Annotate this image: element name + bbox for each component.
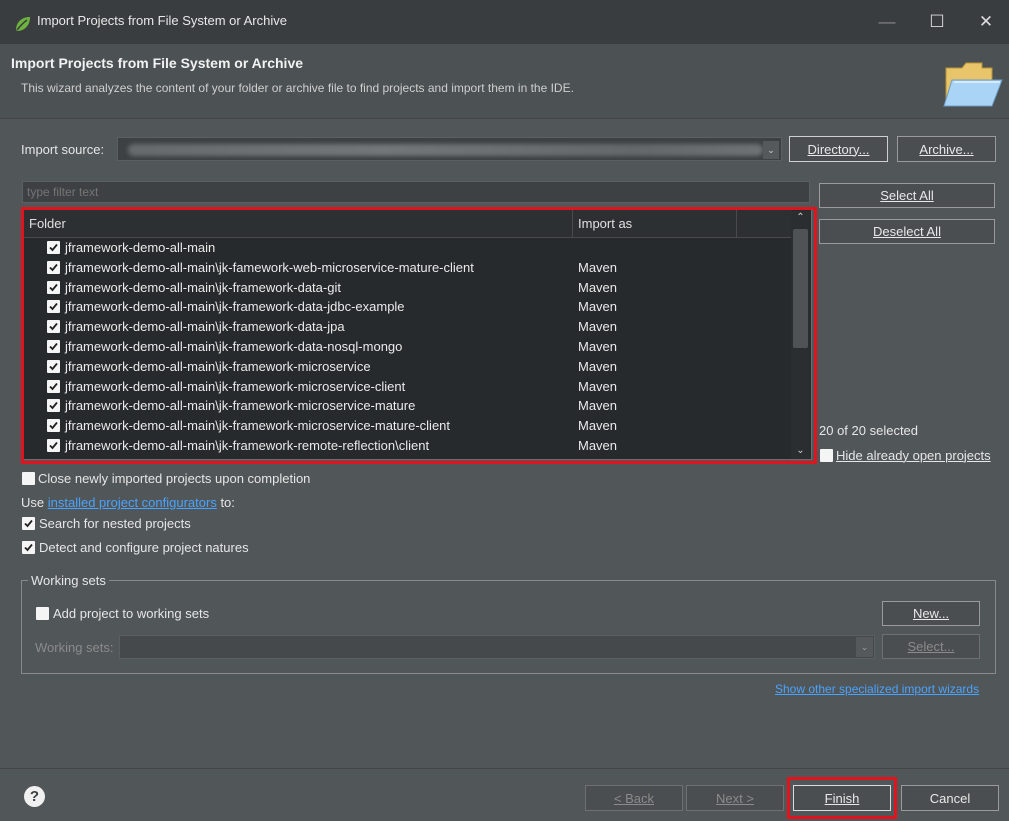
close-icon: ✕ <box>978 12 994 31</box>
close-button[interactable]: ✕ <box>963 0 1009 44</box>
use-prefix: Use <box>21 495 48 510</box>
deselect-all-button[interactable]: Deselect All <box>819 219 995 244</box>
folder-open-icon <box>943 62 1003 107</box>
hide-open-label: Hide already open projects <box>836 448 991 463</box>
maximize-button[interactable]: ☐ <box>914 0 960 44</box>
working-sets-combo[interactable] <box>119 635 875 659</box>
archive-button[interactable]: Archive... <box>897 136 996 162</box>
search-nested-label: Search for nested projects <box>39 516 191 531</box>
working-sets-label: Working sets: <box>35 640 114 655</box>
minimize-icon: — <box>878 12 896 31</box>
checkmark-icon <box>24 543 33 552</box>
close-projects-checkbox[interactable] <box>22 472 35 485</box>
wizard-title: Import Projects from File System or Arch… <box>11 55 304 71</box>
new-working-set-button[interactable]: New... <box>882 601 980 626</box>
working-sets-legend: Working sets <box>28 573 109 588</box>
selection-count: 20 of 20 selected <box>819 423 919 438</box>
select-all-button[interactable]: Select All <box>819 183 995 208</box>
working-sets-dropdown-icon[interactable]: ⌄ <box>856 637 873 657</box>
working-sets-group <box>21 580 996 674</box>
hide-open-checkbox[interactable] <box>820 449 833 462</box>
search-nested-checkbox[interactable] <box>22 517 35 530</box>
cancel-button[interactable]: Cancel <box>901 785 999 811</box>
import-source-path <box>128 144 763 156</box>
help-icon[interactable]: ? <box>24 786 45 807</box>
import-source-label: Import source: <box>21 142 105 157</box>
detect-natures-label: Detect and configure project natures <box>39 540 249 555</box>
combo-dropdown-icon[interactable]: ⌄ <box>763 141 779 159</box>
add-working-sets-label: Add project to working sets <box>53 606 210 621</box>
select-working-set-button[interactable]: Select... <box>882 634 980 659</box>
maximize-icon: ☐ <box>929 12 945 31</box>
directory-button[interactable]: Directory... <box>789 136 888 162</box>
configurators-line: Use installed project configurators to: <box>21 495 235 510</box>
use-suffix: to: <box>216 495 235 510</box>
configurators-link[interactable]: installed project configurators <box>48 495 217 510</box>
window-title: Import Projects from File System or Arch… <box>37 13 287 28</box>
minimize-button[interactable]: — <box>864 0 910 44</box>
detect-natures-checkbox[interactable] <box>22 541 35 554</box>
next-button[interactable]: Next > <box>686 785 784 811</box>
footer-separator <box>0 768 1009 769</box>
add-working-sets-checkbox[interactable] <box>36 607 49 620</box>
spring-leaf-icon <box>16 17 30 31</box>
close-projects-label: Close newly imported projects upon compl… <box>38 471 311 486</box>
back-button[interactable]: < Back <box>585 785 683 811</box>
wizard-description: This wizard analyzes the content of your… <box>21 81 574 95</box>
highlight-box-finish <box>787 777 897 819</box>
other-wizards-link[interactable]: Show other specialized import wizards <box>775 682 979 696</box>
checkmark-icon <box>24 519 33 528</box>
highlight-box-table <box>21 207 817 464</box>
filter-input[interactable] <box>22 181 810 203</box>
